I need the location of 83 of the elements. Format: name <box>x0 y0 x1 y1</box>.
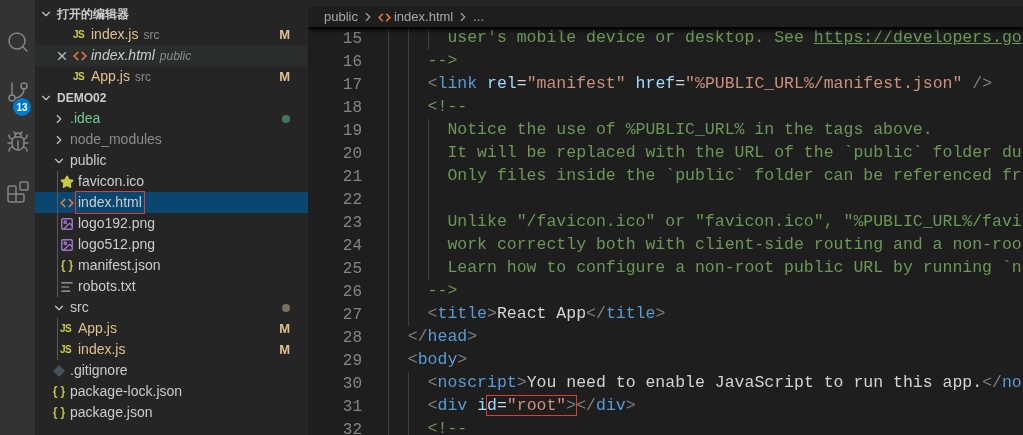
line-number: 30 <box>341 373 362 395</box>
line-number: 27 <box>341 304 362 326</box>
file-item[interactable]: manifest.json <box>35 255 308 276</box>
line-number: 19 <box>341 120 362 142</box>
breadcrumb-item[interactable]: public <box>324 7 358 27</box>
file-item[interactable]: package.json <box>35 402 308 423</box>
diamond-icon <box>52 363 66 378</box>
code-line: <body> <box>406 349 468 372</box>
section-header[interactable]: 打开的编辑器 <box>35 3 308 24</box>
code-line: --> <box>426 280 458 303</box>
blocks-icon <box>5 180 30 204</box>
line-number: 25 <box>341 258 362 280</box>
count-badge: 13 <box>13 98 31 116</box>
section-header[interactable]: DEMO02 <box>35 87 308 108</box>
open-editor-item[interactable]: JS App.js src M <box>35 66 308 87</box>
file-item[interactable]: favicon.ico <box>35 171 308 192</box>
line-number: 32 <box>341 419 362 435</box>
line-number: 16 <box>341 51 362 73</box>
file-item[interactable]: logo512.png <box>35 234 308 255</box>
code-line: Unlike "/favicon.ico" or "favicon.ico", "%PUBLIC_URL%/favi <box>446 211 1022 234</box>
line-number: 18 <box>341 97 362 119</box>
line-number: 21 <box>341 166 362 188</box>
line-number: 28 <box>341 327 362 349</box>
folder-hint: src <box>134 68 151 86</box>
breadcrumb-item[interactable]: ... <box>473 7 485 27</box>
bug-icon <box>5 130 30 154</box>
file-item[interactable]: robots.txt <box>35 276 308 297</box>
status-letter: M <box>279 67 290 86</box>
code-line: It will be replaced with the URL of the `public` folder du <box>446 142 1022 165</box>
code-line: Learn how to configure a non-root public URL by running `n <box>446 257 1022 280</box>
code-icon <box>377 10 391 24</box>
line-number: 24 <box>341 235 362 257</box>
star-icon <box>60 174 74 189</box>
code-line: work correctly both with client-side routing and a non-roo <box>446 234 1022 257</box>
js-icon: JS <box>73 29 87 40</box>
js-icon: JS <box>60 344 74 355</box>
folder-item[interactable]: .idea <box>35 108 308 129</box>
image-icon <box>60 216 74 231</box>
braces-icon <box>60 258 74 273</box>
branch-icon <box>5 80 30 104</box>
folder-item[interactable]: node_modules <box>35 129 308 150</box>
code-line: <!-- <box>426 96 468 119</box>
braces-icon <box>52 405 66 420</box>
file-item[interactable]: index.html <box>35 192 308 213</box>
file-item[interactable]: .gitignore <box>35 360 308 381</box>
code-line: <noscript>You need to enable JavaScript to run this app.</no <box>426 372 1022 395</box>
code-line: --> <box>426 50 458 73</box>
js-icon: JS <box>60 323 74 334</box>
file-item[interactable]: package-lock.json <box>35 381 308 402</box>
folder-item[interactable]: public <box>35 150 308 171</box>
code-line: Only files inside the `public` folder can be referenced fr <box>446 165 1022 188</box>
search-icon <box>5 30 30 54</box>
status-letter: M <box>279 340 290 359</box>
code-line: Notice the use of %PUBLIC_URL% in the tags above. <box>446 119 933 142</box>
line-number: 22 <box>341 189 362 211</box>
status-letter: M <box>279 319 290 338</box>
code-line: <link rel="manifest" href="%PUBLIC_URL%/manifest.json" /> <box>426 73 993 96</box>
code-line: </head> <box>406 326 478 349</box>
file-item[interactable]: logo192.png <box>35 213 308 234</box>
line-number: 15 <box>341 28 362 50</box>
file-item[interactable]: JS App.js M <box>35 318 308 339</box>
text-file-icon <box>60 279 74 294</box>
folder-hint: src <box>143 26 160 44</box>
file-item[interactable]: JS index.js M <box>35 339 308 360</box>
code-line: user's mobile device or desktop. See https://developers.go <box>446 27 1022 50</box>
code-line: <title>React App</title> <box>426 303 666 326</box>
braces-icon <box>52 384 66 399</box>
line-number: 17 <box>341 74 362 96</box>
line-number: 31 <box>341 396 362 418</box>
code-line: <!-- <box>426 418 468 435</box>
line-number: 26 <box>341 281 362 303</box>
line-number: 29 <box>341 350 362 372</box>
line-number: 23 <box>341 212 362 234</box>
folder-item[interactable]: src <box>35 297 308 318</box>
js-icon: JS <box>73 71 87 82</box>
activity-button[interactable]: 13 <box>0 67 35 117</box>
image-icon <box>60 237 74 252</box>
breadcrumb-item[interactable]: index.html <box>393 7 454 27</box>
open-editor-item[interactable]: index.html public <box>35 45 308 66</box>
line-number: 20 <box>341 143 362 165</box>
status-letter: M <box>279 25 290 44</box>
open-editor-item[interactable]: JS index.js src M <box>35 24 308 45</box>
folder-hint: public <box>159 47 192 65</box>
